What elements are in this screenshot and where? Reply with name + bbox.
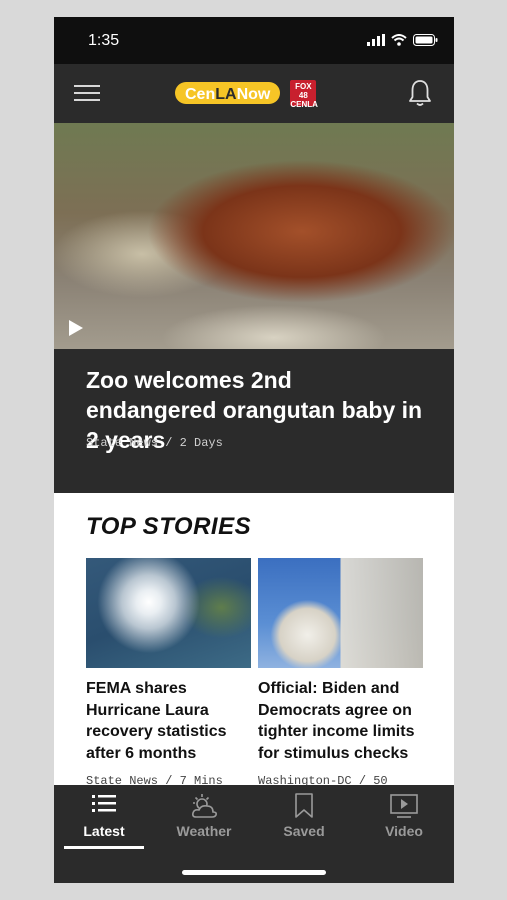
bottom-tab-bar: Latest Weather Saved Video <box>54 785 454 883</box>
capitol-thumbnail <box>258 558 423 668</box>
battery-icon <box>413 34 438 46</box>
top-stories-section: TOP STORIES FEMA shares Hurricane Laura … <box>54 493 454 785</box>
story-headline: FEMA shares Hurricane Laura recovery sta… <box>86 680 227 762</box>
wifi-icon <box>391 34 407 46</box>
bell-icon <box>409 80 431 106</box>
fox-48-logo: FOX 48 CENLA <box>290 80 318 109</box>
tab-weather[interactable]: Weather <box>154 785 254 855</box>
app-logo[interactable]: CenLANow FOX 48 CENLA <box>175 78 318 109</box>
tab-label: Saved <box>283 823 325 839</box>
story-card[interactable]: FEMA shares Hurricane Laura recovery sta… <box>86 558 251 785</box>
logo-text-now: Now <box>236 86 271 103</box>
home-indicator <box>182 870 326 875</box>
story-card[interactable]: Official: Biden and Democrats agree on t… <box>258 558 423 785</box>
video-icon <box>390 794 418 818</box>
tab-label: Weather <box>176 823 232 839</box>
hero-image[interactable] <box>54 123 454 349</box>
hurricane-thumbnail <box>86 558 251 668</box>
bookmark-icon <box>295 793 313 818</box>
orangutan-photo <box>54 123 454 349</box>
signal-icon <box>367 34 385 46</box>
story-meta: Washington-DC / 50 <box>258 774 388 785</box>
status-bar: 1:35 <box>54 17 454 64</box>
tab-video[interactable]: Video <box>354 785 454 855</box>
play-icon <box>69 320 83 336</box>
notifications-button[interactable] <box>408 79 432 112</box>
hero-meta: State News / 2 Days <box>86 436 223 450</box>
weather-icon <box>192 794 217 818</box>
menu-button[interactable] <box>74 81 100 105</box>
hero-story: Zoo welcomes 2nd endangered orangutan ba… <box>54 349 454 493</box>
tab-label: Video <box>385 823 423 839</box>
app-header: CenLANow FOX 48 CENLA <box>54 64 454 123</box>
menu-icon-line <box>74 99 100 101</box>
story-meta: State News / 7 Mins <box>86 774 223 785</box>
status-icons <box>367 34 438 46</box>
menu-icon-line <box>74 92 100 94</box>
list-icon <box>92 795 116 812</box>
phone-screen: 1:35 CenLANow FOX 48 CENLA Zoo welcomes … <box>54 17 454 883</box>
tab-label: Latest <box>83 823 125 839</box>
active-tab-indicator <box>64 846 144 849</box>
story-headline: Official: Biden and Democrats agree on t… <box>258 680 415 762</box>
tab-latest[interactable]: Latest <box>54 785 154 855</box>
cenlanow-logo: CenLANow <box>175 82 281 104</box>
play-button[interactable] <box>68 319 84 342</box>
status-time: 1:35 <box>88 32 120 49</box>
menu-icon-line <box>74 85 100 87</box>
tab-saved[interactable]: Saved <box>254 785 354 855</box>
section-heading: TOP STORIES <box>86 513 252 540</box>
logo-text-la: LA <box>215 86 237 103</box>
logo-text: Cen <box>185 86 216 103</box>
